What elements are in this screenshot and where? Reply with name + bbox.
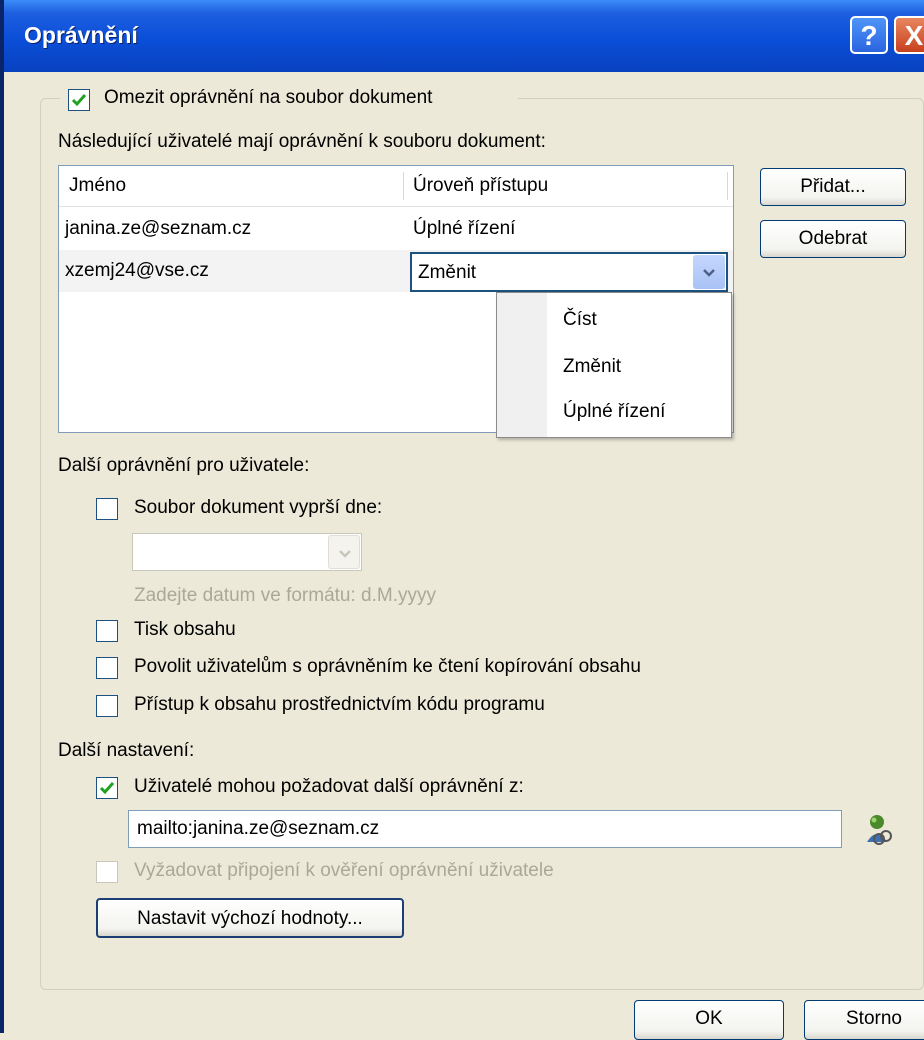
column-separator[interactable]	[727, 172, 728, 200]
request-permission-checkbox[interactable]	[96, 777, 118, 799]
extra-permissions-heading: Další oprávnění pro uživatele:	[58, 455, 310, 476]
date-format-hint: Zadejte datum ve formátu: d.M.yyyy	[134, 585, 437, 606]
access-level-dropdown[interactable]: Číst Změnit Úplné řízení	[496, 292, 732, 438]
cancel-button[interactable]: Storno	[804, 1000, 924, 1040]
request-email-field[interactable]: mailto:janina.ze@seznam.cz	[128, 810, 842, 848]
table-row[interactable]: janina.ze@seznam.cz Úplné řízení	[59, 208, 733, 250]
help-button[interactable]: ?	[850, 16, 888, 54]
dialog-title: Oprávnění	[24, 22, 138, 48]
column-separator[interactable]	[403, 172, 404, 200]
permissions-dialog: Oprávnění ? X Omezit oprávnění na soubor…	[0, 0, 924, 1040]
checkmark-icon	[71, 94, 87, 107]
print-checkbox[interactable]	[96, 620, 118, 642]
program-access-checkbox[interactable]	[96, 695, 118, 717]
dropdown-option[interactable]: Změnit	[563, 356, 621, 378]
users-heading: Následující uživatelé mají oprávnění k s…	[58, 131, 546, 152]
add-user-button[interactable]: Přidat...	[760, 168, 906, 206]
user-name-cell: xzemj24@vse.cz	[65, 260, 209, 281]
access-level-combo[interactable]: Změnit	[410, 252, 728, 292]
ok-button[interactable]: OK	[634, 1000, 784, 1040]
users-list-header: Jméno Úroveň přístupu	[59, 166, 733, 207]
chevron-down-icon	[703, 269, 715, 277]
close-button[interactable]: X	[894, 16, 924, 54]
copy-checkbox[interactable]	[96, 657, 118, 679]
restrict-checkbox-row[interactable]: Omezit oprávnění na soubor dokument	[60, 84, 518, 114]
program-access-label[interactable]: Přístup k obsahu prostřednictvím kódu pr…	[134, 694, 545, 716]
column-header-access[interactable]: Úroveň přístupu	[413, 175, 548, 197]
expiry-date-picker[interactable]	[132, 533, 362, 571]
dropdown-gutter	[497, 293, 547, 437]
column-header-name[interactable]: Jméno	[69, 175, 126, 197]
other-settings-heading: Další nastavení:	[58, 740, 195, 761]
access-level-value: Změnit	[418, 262, 477, 283]
dropdown-option[interactable]: Úplné řízení	[563, 401, 665, 423]
require-connection-checkbox[interactable]	[96, 861, 118, 883]
require-connection-label[interactable]: Vyžadovat připojení k ověření oprávnění …	[134, 860, 554, 882]
expire-checkbox[interactable]	[96, 498, 118, 520]
remove-user-button[interactable]: Odebrat	[760, 220, 906, 258]
print-label[interactable]: Tisk obsahu	[134, 619, 236, 641]
date-dropdown-button[interactable]	[328, 535, 360, 569]
set-defaults-button[interactable]: Nastavit výchozí hodnoty...	[96, 898, 404, 938]
copy-label[interactable]: Povolit uživatelům s oprávněním ke čtení…	[134, 656, 641, 678]
user-name-cell: janina.ze@seznam.cz	[65, 218, 252, 239]
expire-label[interactable]: Soubor dokument vyprší dne:	[134, 497, 382, 519]
dropdown-option[interactable]: Číst	[563, 309, 597, 331]
restrict-checkbox[interactable]	[68, 89, 90, 111]
combo-dropdown-button[interactable]	[693, 255, 725, 289]
user-access-cell: Úplné řízení	[413, 218, 516, 239]
restrict-label: Omezit oprávnění na soubor dokument	[104, 87, 433, 108]
chevron-down-icon	[339, 550, 351, 558]
request-permission-label[interactable]: Uživatelé mohou požadovat další oprávněn…	[134, 776, 524, 798]
title-bar[interactable]: Oprávnění ? X	[4, 0, 924, 72]
checkmark-icon	[99, 782, 115, 795]
address-book-person-icon[interactable]	[862, 812, 896, 846]
